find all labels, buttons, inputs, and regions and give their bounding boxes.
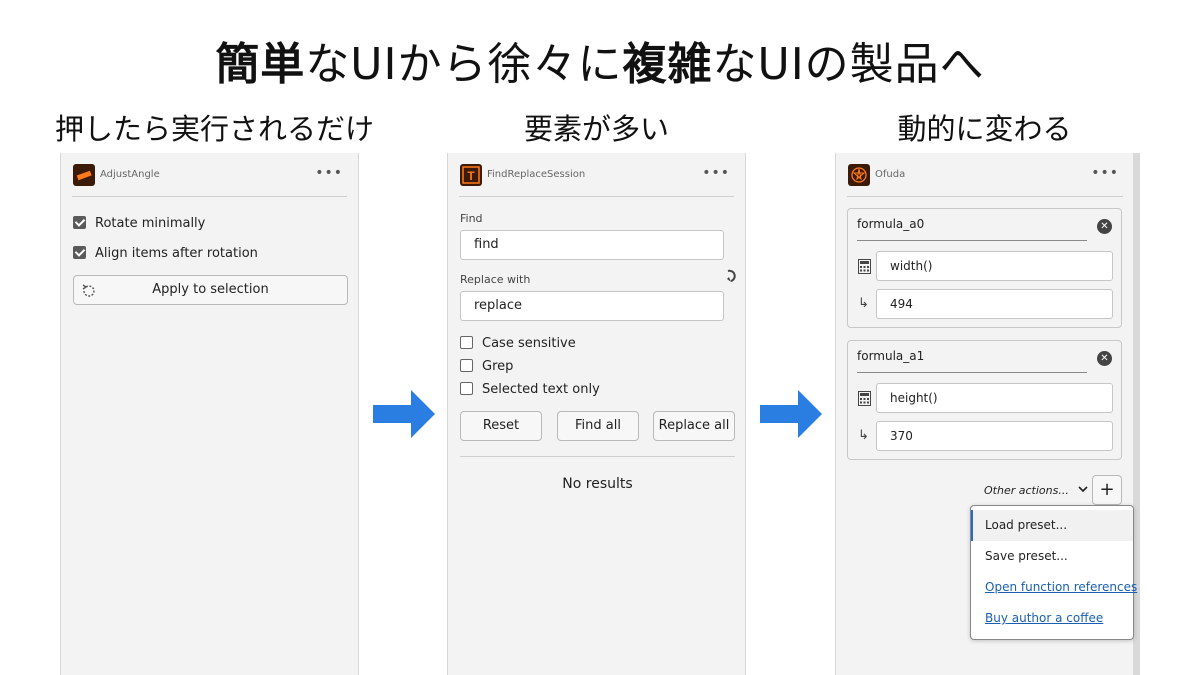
remove-formula-icon[interactable]: ✕ bbox=[1097, 351, 1112, 366]
arrow-right-icon bbox=[760, 390, 822, 438]
replace-all-button[interactable]: Replace all bbox=[653, 411, 735, 441]
checkbox-label: Selected text only bbox=[482, 382, 600, 397]
more-menu-icon[interactable]: ••• bbox=[1091, 165, 1119, 181]
checkbox-checked-icon[interactable] bbox=[73, 216, 86, 229]
other-actions-menu: Load preset... Save preset... Open funct… bbox=[970, 505, 1137, 640]
panel-header: T FindReplaceSession ••• bbox=[459, 163, 734, 197]
find-all-button[interactable]: Find all bbox=[557, 411, 639, 441]
formula-name-underline bbox=[857, 240, 1087, 241]
reset-button[interactable]: Reset bbox=[460, 411, 542, 441]
checkbox-align-items[interactable]: Align items after rotation bbox=[73, 246, 258, 261]
app-name: AdjustAngle bbox=[100, 169, 160, 180]
checkbox-icon[interactable] bbox=[460, 382, 473, 395]
column-heading-simple: 押したら実行されるだけ bbox=[55, 112, 375, 146]
other-actions-dropdown[interactable]: Other actions... bbox=[984, 483, 1088, 497]
app-name: FindReplaceSession bbox=[487, 169, 586, 180]
result-arrow-icon: ↳ bbox=[858, 296, 869, 311]
column-heading-dynamic: 動的に変わる bbox=[897, 112, 1072, 146]
calculator-icon bbox=[858, 259, 871, 278]
menu-item-open-function-references[interactable]: Open function references bbox=[971, 572, 1137, 603]
swap-icon[interactable] bbox=[725, 268, 737, 288]
checkbox-label: Rotate minimally bbox=[95, 216, 206, 231]
arrow-right-icon bbox=[373, 390, 435, 438]
formula-card: formula_a0 ✕ width() ↳ 494 bbox=[847, 208, 1122, 328]
add-formula-button[interactable]: + bbox=[1092, 475, 1122, 505]
more-menu-icon[interactable]: ••• bbox=[315, 165, 343, 181]
checkbox-icon[interactable] bbox=[460, 359, 473, 372]
menu-item-load-preset[interactable]: Load preset... bbox=[971, 510, 1133, 541]
column-heading-many-elements: 要素が多い bbox=[523, 112, 669, 146]
checkbox-icon[interactable] bbox=[460, 336, 473, 349]
panel-header: Ofuda ••• bbox=[847, 163, 1123, 197]
checkbox-rotate-minimally[interactable]: Rotate minimally bbox=[73, 216, 205, 231]
checkbox-selected-text-only[interactable]: Selected text only bbox=[460, 382, 600, 397]
menu-item-buy-author-a-coffee[interactable]: Buy author a coffee bbox=[971, 603, 1133, 634]
svg-text:T: T bbox=[467, 169, 475, 183]
find-replace-app-icon: T bbox=[460, 164, 482, 186]
adjust-angle-app-icon bbox=[73, 164, 95, 186]
replace-input[interactable]: replace bbox=[460, 291, 724, 321]
result-arrow-icon: ↳ bbox=[858, 428, 869, 443]
formula-result-field: 370 bbox=[876, 421, 1113, 451]
rotate-icon bbox=[81, 282, 97, 310]
formula-expression-input[interactable]: height() bbox=[876, 383, 1113, 413]
more-menu-icon[interactable]: ••• bbox=[702, 165, 730, 181]
title-bold-complex: 複雑 bbox=[622, 39, 713, 90]
apply-to-selection-button[interactable]: Apply to selection bbox=[73, 275, 348, 305]
slide-title: 簡単なUIから徐々に複雑なUIの製品へ bbox=[0, 28, 1200, 92]
formula-name-underline bbox=[857, 372, 1087, 373]
menu-item-save-preset[interactable]: Save preset... bbox=[971, 541, 1133, 572]
checkbox-label: Align items after rotation bbox=[95, 246, 258, 261]
checkbox-case-sensitive[interactable]: Case sensitive bbox=[460, 336, 576, 351]
find-input[interactable]: find bbox=[460, 230, 724, 260]
results-status: No results bbox=[562, 476, 633, 492]
formula-card: formula_a1 ✕ height() ↳ 370 bbox=[847, 340, 1122, 460]
chevron-down-icon bbox=[1078, 483, 1088, 496]
formula-expression-input[interactable]: width() bbox=[876, 251, 1113, 281]
title-bold-simple: 簡単 bbox=[215, 39, 306, 90]
checkbox-label: Grep bbox=[482, 359, 514, 374]
checkbox-grep[interactable]: Grep bbox=[460, 359, 513, 374]
apply-button-label: Apply to selection bbox=[152, 282, 269, 297]
title-text-2: なUIの製品へ bbox=[712, 39, 985, 90]
remove-formula-icon[interactable]: ✕ bbox=[1097, 219, 1112, 234]
find-replace-panel: T FindReplaceSession ••• Find find Repla… bbox=[447, 153, 746, 675]
panel-header: AdjustAngle ••• bbox=[72, 163, 347, 197]
find-label: Find bbox=[460, 212, 483, 225]
results-divider bbox=[460, 456, 735, 457]
formula-result-field: 494 bbox=[876, 289, 1113, 319]
replace-label: Replace with bbox=[460, 273, 531, 286]
ofuda-app-icon bbox=[848, 164, 870, 186]
app-name: Ofuda bbox=[875, 169, 906, 180]
checkbox-label: Case sensitive bbox=[482, 336, 576, 351]
formula-name[interactable]: formula_a0 bbox=[857, 217, 924, 231]
adjust-angle-panel: AdjustAngle ••• Rotate minimally Align i… bbox=[60, 153, 359, 675]
checkbox-checked-icon[interactable] bbox=[73, 246, 86, 259]
calculator-icon bbox=[858, 391, 871, 410]
formula-name[interactable]: formula_a1 bbox=[857, 349, 924, 363]
title-text-1: なUIから徐々に bbox=[305, 39, 623, 90]
other-actions-label: Other actions... bbox=[984, 484, 1069, 497]
